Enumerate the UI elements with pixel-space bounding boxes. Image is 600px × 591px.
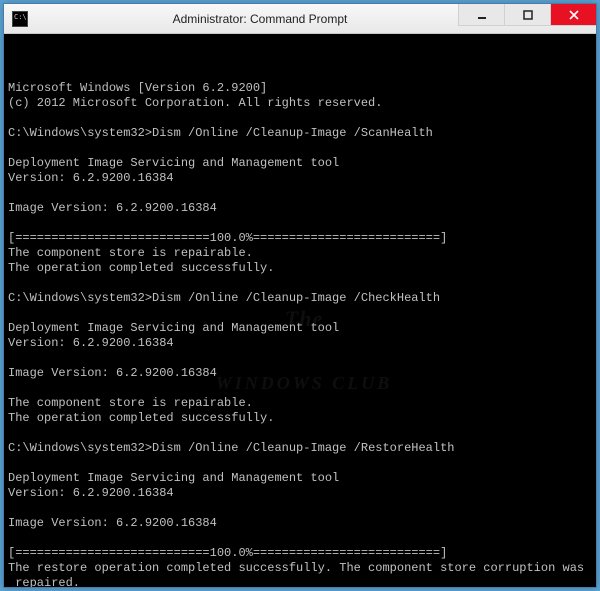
titlebar[interactable]: Administrator: Command Prompt bbox=[4, 4, 596, 34]
terminal-line: Version: 6.2.9200.16384 bbox=[8, 486, 596, 501]
terminal-line: The component store is repairable. bbox=[8, 396, 596, 411]
terminal-line: Deployment Image Servicing and Managemen… bbox=[8, 471, 596, 486]
terminal-line: C:\Windows\system32>Dism /Online /Cleanu… bbox=[8, 291, 596, 306]
command-text: Dism /Online /Cleanup-Image /RestoreHeal… bbox=[152, 441, 454, 455]
minimize-button[interactable] bbox=[458, 4, 504, 26]
prompt-text: C:\Windows\system32> bbox=[8, 126, 152, 140]
cmd-icon[interactable] bbox=[12, 11, 28, 27]
terminal-line: The restore operation completed successf… bbox=[8, 561, 596, 576]
terminal-line: Image Version: 6.2.9200.16384 bbox=[8, 366, 596, 381]
minimize-icon bbox=[477, 10, 487, 20]
terminal-output[interactable]: Microsoft Windows [Version 6.2.9200](c) … bbox=[4, 34, 596, 587]
terminal-line bbox=[8, 426, 596, 441]
maximize-button[interactable] bbox=[504, 4, 550, 26]
terminal-line bbox=[8, 531, 596, 546]
terminal-line: Image Version: 6.2.9200.16384 bbox=[8, 516, 596, 531]
window-controls bbox=[458, 4, 596, 26]
terminal-line: [===========================100.0%======… bbox=[8, 231, 596, 246]
close-icon bbox=[569, 10, 579, 20]
terminal-line bbox=[8, 276, 596, 291]
terminal-line: Version: 6.2.9200.16384 bbox=[8, 336, 596, 351]
terminal-line: Version: 6.2.9200.16384 bbox=[8, 171, 596, 186]
terminal-line bbox=[8, 186, 596, 201]
terminal-line bbox=[8, 456, 596, 471]
close-button[interactable] bbox=[550, 4, 596, 26]
command-text: Dism /Online /Cleanup-Image /CheckHealth bbox=[152, 291, 440, 305]
terminal-line bbox=[8, 351, 596, 366]
terminal-line bbox=[8, 381, 596, 396]
command-text: Dism /Online /Cleanup-Image /ScanHealth bbox=[152, 126, 433, 140]
terminal-line bbox=[8, 501, 596, 516]
terminal-line: repaired. bbox=[8, 576, 596, 587]
terminal-line: [===========================100.0%======… bbox=[8, 546, 596, 561]
terminal-line: C:\Windows\system32>Dism /Online /Cleanu… bbox=[8, 126, 596, 141]
terminal-line bbox=[8, 141, 596, 156]
terminal-line: The component store is repairable. bbox=[8, 246, 596, 261]
terminal-line: The operation completed successfully. bbox=[8, 261, 596, 276]
prompt-text: C:\Windows\system32> bbox=[8, 291, 152, 305]
prompt-text: C:\Windows\system32> bbox=[8, 441, 152, 455]
terminal-line bbox=[8, 306, 596, 321]
terminal-line: Deployment Image Servicing and Managemen… bbox=[8, 156, 596, 171]
terminal-line bbox=[8, 111, 596, 126]
terminal-line: C:\Windows\system32>Dism /Online /Cleanu… bbox=[8, 441, 596, 456]
terminal-line: Image Version: 6.2.9200.16384 bbox=[8, 201, 596, 216]
terminal-line bbox=[8, 216, 596, 231]
terminal-line: The operation completed successfully. bbox=[8, 411, 596, 426]
terminal-line: Deployment Image Servicing and Managemen… bbox=[8, 321, 596, 336]
maximize-icon bbox=[523, 10, 533, 20]
terminal-line: Microsoft Windows [Version 6.2.9200] bbox=[8, 81, 596, 96]
terminal-line: (c) 2012 Microsoft Corporation. All righ… bbox=[8, 96, 596, 111]
command-prompt-window: Administrator: Command Prompt Microsoft … bbox=[3, 3, 597, 588]
